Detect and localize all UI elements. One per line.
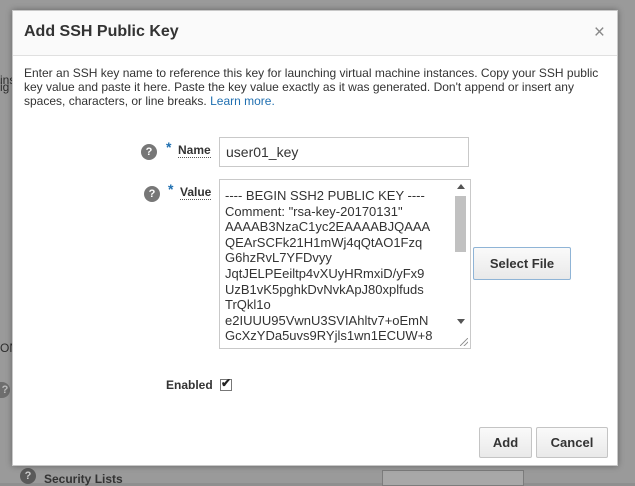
learn-more-link[interactable]: Learn more. <box>210 94 275 108</box>
dialog-header: Add SSH Public Key × <box>13 11 617 56</box>
background-help-icon: ? <box>0 382 10 398</box>
required-marker: * <box>166 139 172 155</box>
value-line: Comment: "rsa-key-20170131" <box>225 203 403 219</box>
cancel-button[interactable]: Cancel <box>536 427 608 458</box>
scroll-down-arrow-icon[interactable] <box>457 319 465 324</box>
add-button[interactable]: Add <box>479 427 532 458</box>
resize-grip-icon[interactable] <box>460 338 468 346</box>
value-line: UzB1vK5pghkDvNvkApJ80xplfuds <box>225 281 424 297</box>
background-field <box>382 470 524 486</box>
background-security-lists-label: Security Lists <box>44 472 123 486</box>
value-line: AAAAB3NzaC1yc2EAAAABJQAAA <box>225 219 431 235</box>
background-text-fragment: ig <box>0 80 10 94</box>
value-line: G6hzRvL7YFDvyy <box>225 250 332 266</box>
value-line: TrQkl1o <box>225 297 271 313</box>
enabled-label: Enabled <box>166 378 213 392</box>
background-security-lists-row: ? Security Lists <box>12 466 612 486</box>
name-label: Name <box>178 143 211 158</box>
value-line: e2IUUU95VwnU3SVIAhltv7+oEmN <box>225 312 429 328</box>
scrollbar-thumb[interactable] <box>455 196 466 252</box>
value-help-icon[interactable]: ? <box>144 186 160 202</box>
value-text: ---- BEGIN SSH2 PUBLIC KEY ---- Comment: … <box>225 188 453 344</box>
enabled-checkbox[interactable]: ✔ <box>220 376 232 391</box>
value-textarea[interactable]: ---- BEGIN SSH2 PUBLIC KEY ---- Comment: … <box>219 179 471 349</box>
value-label: Value <box>180 185 212 200</box>
select-file-button[interactable]: Select File <box>473 247 571 280</box>
dialog-title: Add SSH Public Key <box>24 23 179 40</box>
scroll-up-arrow-icon[interactable] <box>457 184 465 189</box>
value-line: JqtJELPEeiltp4vXUyHRmxiD/yFx9 <box>225 265 425 281</box>
checkmark-icon: ✔ <box>221 376 232 390</box>
value-scrollbar[interactable] <box>454 182 468 328</box>
dialog-description: Enter an SSH key name to reference this … <box>24 66 604 108</box>
description-text: Enter an SSH key name to reference this … <box>24 66 599 108</box>
name-help-icon[interactable]: ? <box>141 144 157 160</box>
value-line: GcXzYDa5uvs9RYjls1wn1ECUW+8 <box>225 328 433 344</box>
required-marker: * <box>168 181 174 197</box>
value-line: ---- BEGIN SSH2 PUBLIC KEY ---- <box>225 188 425 203</box>
background-help-icon: ? <box>20 468 36 484</box>
value-line: QEArSCFk21H1mWj4qQtAO1Fzq <box>225 234 423 250</box>
name-field[interactable] <box>219 137 469 167</box>
close-icon[interactable]: × <box>594 23 605 42</box>
add-ssh-key-dialog: Add SSH Public Key × Enter an SSH key na… <box>12 10 618 466</box>
